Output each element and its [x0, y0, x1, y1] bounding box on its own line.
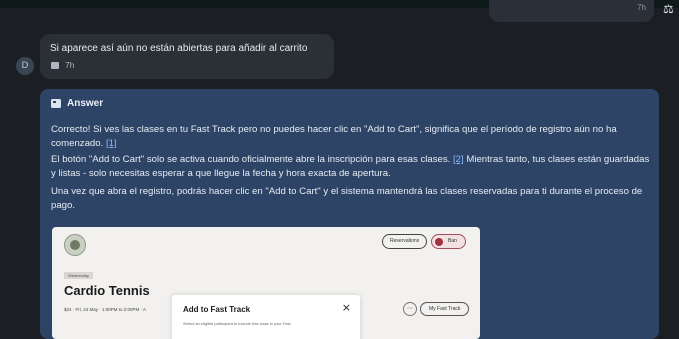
club-logo	[64, 234, 86, 256]
reservations-button: Reservations	[382, 234, 428, 249]
translate-icon[interactable]: ⚖	[663, 2, 674, 16]
citation-link-1[interactable]: [1]	[106, 138, 117, 149]
answer-paragraph-3: Una vez que abra el registro, podrás hac…	[51, 186, 643, 211]
user-avatar: D	[16, 57, 34, 75]
class-meta: $24 · Fri, 24 May · 1:00PM to 2:00PM · A	[64, 307, 147, 312]
answer-paragraph-1: Correcto! Si ves las clases en tu Fast T…	[51, 123, 651, 151]
my-fast-track-button: My Fast Track	[420, 302, 470, 316]
modal-subtitle: Select an eligible participant to includ…	[183, 321, 291, 326]
user-chip: Ban	[431, 234, 466, 249]
class-title: Cardio Tennis	[64, 283, 150, 298]
answer-title: Answer	[67, 98, 104, 109]
user-message-text: Si aparece así aún no están abiertas par…	[50, 43, 308, 54]
embedded-screenshot[interactable]: Reservations Ban Wednesday Cardio Tennis…	[52, 227, 480, 339]
user-message-bubble: Si aparece así aún no están abiertas par…	[40, 34, 334, 79]
message-icon	[51, 61, 59, 69]
options-icon: ⋯	[403, 302, 417, 316]
close-icon: ×	[341, 301, 351, 314]
answer-paragraph-1-text: Correcto! Si ves las clases en tu Fast T…	[51, 124, 617, 149]
answer-paragraph-2: El botón "Add to Cart" solo se activa cu…	[51, 153, 651, 181]
answer-header: Answer	[51, 98, 103, 109]
previous-message-time: 7h	[637, 3, 646, 12]
answer-icon	[51, 99, 61, 108]
previous-message-bubble: 7h	[489, 0, 654, 22]
user-message-time: 7h	[65, 60, 75, 70]
class-tag: Wednesday	[64, 272, 94, 279]
add-to-fast-track-modal: Add to Fast Track × Select an eligible p…	[172, 295, 360, 339]
user-message-meta: 7h	[51, 60, 74, 70]
answer-card: Answer Correcto! Si ves las clases en tu…	[40, 89, 659, 339]
modal-title: Add to Fast Track	[183, 305, 251, 314]
answer-paragraph-2-text: El botón "Add to Cart" solo se activa cu…	[51, 154, 451, 165]
citation-link-2[interactable]: [2]	[453, 154, 464, 165]
